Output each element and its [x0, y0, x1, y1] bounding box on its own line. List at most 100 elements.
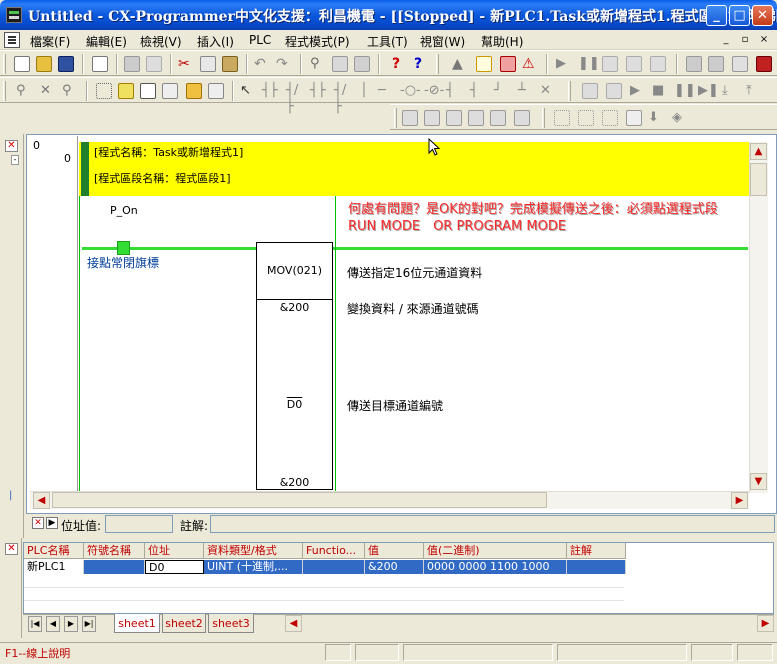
watch-col-symbol[interactable]: 符號名稱: [84, 543, 145, 559]
rung-comment-icon[interactable]: [140, 83, 156, 99]
pt-contact-icon[interactable]: ┤: [470, 83, 486, 99]
run-icon[interactable]: ▶: [556, 56, 572, 72]
select-mode-icon[interactable]: ↖: [240, 83, 256, 99]
contact-no-icon[interactable]: ┤├: [262, 83, 278, 99]
watch-col-comment[interactable]: 註解: [567, 543, 626, 559]
cut-icon[interactable]: ✂: [178, 56, 194, 72]
watch-col-function[interactable]: Functio...: [303, 543, 365, 559]
menu-view[interactable]: 檢視(V): [140, 33, 182, 50]
sheet-last-icon[interactable]: ▶|: [82, 616, 96, 632]
zoom-out-icon[interactable]: ⚲: [62, 83, 78, 99]
sheet-next-icon[interactable]: ▶: [64, 616, 78, 632]
pane-splitter-label[interactable]: |: [9, 490, 12, 501]
mdi-close-button[interactable]: ×: [756, 33, 772, 47]
maximize-button[interactable]: □: [729, 5, 750, 26]
contact-or-nc-icon[interactable]: ┤/├: [334, 83, 350, 114]
compare-icon[interactable]: [650, 56, 666, 72]
vertical-line-icon[interactable]: │: [360, 83, 376, 99]
step-table-icon[interactable]: [602, 110, 618, 126]
print-icon[interactable]: [124, 56, 140, 72]
grid-icon[interactable]: [96, 83, 112, 99]
online-icon[interactable]: [476, 56, 492, 72]
online-edit-cancel-icon[interactable]: [606, 83, 622, 99]
app-icon[interactable]: [6, 7, 22, 23]
properties-icon[interactable]: [208, 83, 224, 99]
menu-plc[interactable]: PLC: [249, 33, 271, 47]
step-tree-icon[interactable]: [578, 110, 594, 126]
save-icon[interactable]: [58, 56, 74, 72]
title-bar[interactable]: Untitled - CX-Programmer中文化支援：利昌機電 - [[S…: [0, 0, 777, 30]
pt-coil-icon[interactable]: ┘: [494, 83, 510, 99]
menu-help[interactable]: 幫助(H): [481, 33, 523, 50]
scroll-right-button[interactable]: ▶: [731, 492, 748, 509]
tab-sheet2[interactable]: sheet2: [162, 614, 206, 633]
horizontal-line-icon[interactable]: ─: [378, 83, 394, 99]
find-icon[interactable]: ⚲: [310, 56, 326, 72]
watch-cell-binary-value[interactable]: 0000 0000 1100 1000: [424, 560, 567, 574]
view-io-table-icon[interactable]: [468, 110, 484, 126]
auto-online-icon[interactable]: ⚠: [522, 56, 538, 72]
menu-edit[interactable]: 編輯(E): [86, 33, 127, 50]
view-mnemonic-icon[interactable]: [424, 110, 440, 126]
watch-col-plc-name[interactable]: PLC名稱: [24, 543, 84, 559]
context-help-icon[interactable]: ?: [410, 56, 426, 72]
coil-nc-icon[interactable]: -⊘-: [424, 83, 444, 99]
upload-icon[interactable]: [708, 56, 724, 72]
mdi-minimize-button[interactable]: _: [718, 33, 734, 47]
memory-card-icon[interactable]: [732, 56, 748, 72]
contact-nc-icon[interactable]: ┤/├: [286, 83, 302, 114]
sheet-scroll-left-button[interactable]: ◀: [285, 615, 302, 632]
sheet-scroll-right-button[interactable]: ▶: [757, 615, 774, 632]
contact-p-on[interactable]: [117, 241, 130, 255]
mov-instruction-block[interactable]: [256, 242, 333, 490]
step-down-icon[interactable]: ⬇: [648, 110, 664, 126]
view-memory-icon[interactable]: [490, 110, 506, 126]
watch-col-value[interactable]: 值: [365, 543, 424, 559]
contact-or-icon[interactable]: ┤├: [310, 83, 326, 99]
sim-stop-icon[interactable]: ■: [652, 83, 668, 99]
watch-cell-value[interactable]: &200: [365, 560, 424, 574]
help-icon[interactable]: ?: [388, 56, 404, 72]
view-settings-icon[interactable]: [514, 110, 530, 126]
step-filter-icon[interactable]: ◈: [672, 110, 688, 126]
sim-run-icon[interactable]: ▶: [630, 83, 646, 99]
menu-file[interactable]: 檔案(F): [30, 33, 70, 50]
online-edit-icon[interactable]: [582, 83, 598, 99]
watch-col-binary-value[interactable]: 值(二進制): [424, 543, 567, 559]
vertical-scroll-thumb[interactable]: [750, 163, 767, 196]
address-prev-icon[interactable]: ✕: [32, 517, 44, 529]
project-pane-collapse-icon[interactable]: -: [11, 155, 19, 165]
view-symbols-icon[interactable]: [446, 110, 462, 126]
open-folder-icon[interactable]: [36, 56, 52, 72]
view-ladder-icon[interactable]: [402, 110, 418, 126]
coil-icon[interactable]: -○-: [400, 83, 421, 99]
instruction-icon[interactable]: ┤: [446, 83, 462, 99]
scroll-up-button[interactable]: ▲: [750, 143, 767, 160]
pause-icon[interactable]: ❚❚: [578, 56, 600, 72]
watch-window-icon[interactable]: [186, 83, 202, 99]
watch-cell-comment[interactable]: [567, 560, 626, 574]
sheet-first-icon[interactable]: |◀: [28, 616, 42, 632]
project-pane-close-icon[interactable]: ✕: [5, 140, 18, 152]
sim-step-out-icon[interactable]: ⤒: [746, 83, 762, 99]
watch-cell-function[interactable]: [303, 560, 365, 574]
toggle-icon[interactable]: ▲: [452, 56, 468, 72]
protect-icon[interactable]: [756, 56, 772, 72]
step-list-icon[interactable]: [554, 110, 570, 126]
download-icon[interactable]: [686, 56, 702, 72]
tab-sheet1[interactable]: sheet1: [114, 614, 160, 633]
menu-program-mode[interactable]: 程式模式(P): [285, 33, 350, 50]
sim-pause-icon[interactable]: ❚❚: [674, 83, 696, 99]
print-preview-icon[interactable]: [92, 56, 108, 72]
menu-tools[interactable]: 工具(T): [367, 33, 408, 50]
tab-sheet3[interactable]: sheet3: [208, 614, 254, 633]
line-connect-icon[interactable]: ┴: [518, 83, 534, 99]
sim-step-icon[interactable]: ▶❚: [698, 83, 719, 99]
monitor-icon[interactable]: [626, 56, 642, 72]
watch-col-address[interactable]: 位址: [145, 543, 204, 559]
copy-icon[interactable]: [200, 56, 216, 72]
watch-cell-address[interactable]: D0: [145, 560, 204, 574]
cross-reference-icon[interactable]: [354, 56, 370, 72]
horizontal-scroll-thumb[interactable]: [52, 492, 547, 508]
zoom-icon[interactable]: ⚲: [16, 83, 32, 99]
